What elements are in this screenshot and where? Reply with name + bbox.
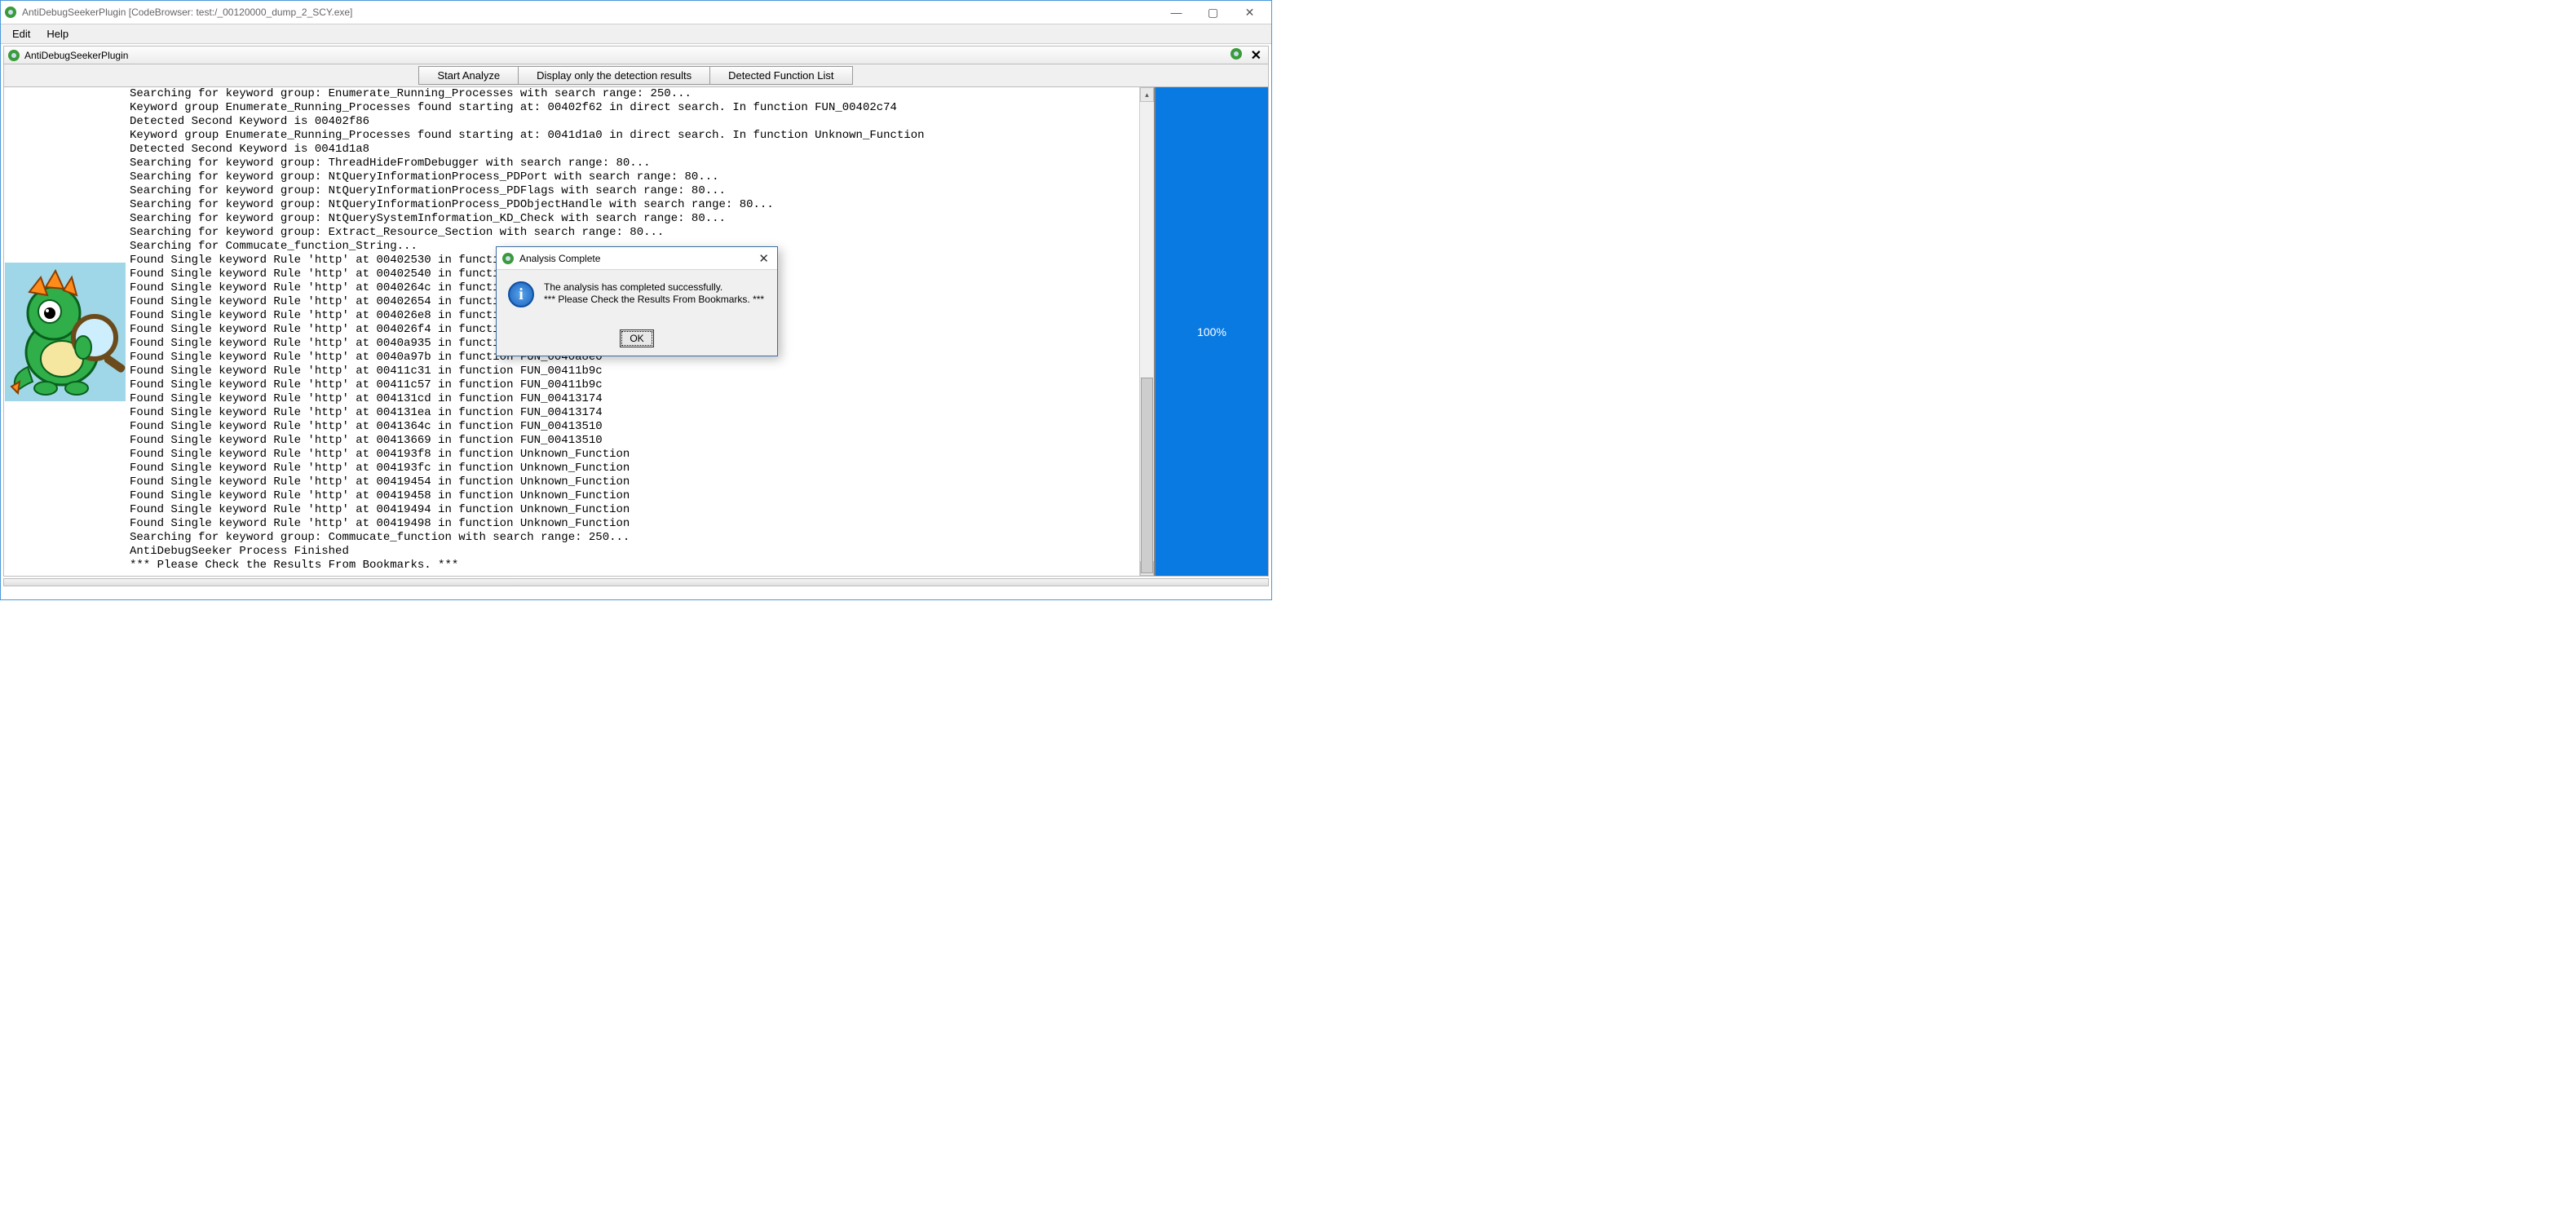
scroll-up-icon[interactable]: ▴ [1140,87,1154,102]
ok-button[interactable]: OK [620,329,654,347]
dialog-message-line1: The analysis has completed successfully. [544,281,764,294]
panel-header: AntiDebugSeekerPlugin ✕ [3,46,1269,64]
menu-edit[interactable]: Edit [6,26,37,42]
dialog-titlebar[interactable]: Analysis Complete ✕ [497,247,777,270]
scroll-thumb[interactable] [1141,378,1153,573]
app-icon [4,6,17,19]
detected-function-list-button[interactable]: Detected Function List [709,66,852,85]
vertical-scrollbar[interactable]: ▴ ▾ [1139,87,1154,576]
display-results-button[interactable]: Display only the detection results [518,66,710,85]
dialog-message: The analysis has completed successfully.… [544,281,764,306]
scroll-track[interactable] [1140,102,1154,561]
dialog-close-icon[interactable]: ✕ [755,251,772,266]
panel-options-icon[interactable] [1230,47,1243,63]
plugin-icon [7,49,20,62]
dialog-message-line2: *** Please Check the Results From Bookma… [544,294,764,306]
status-bar [3,578,1269,586]
close-button[interactable]: ✕ [1231,1,1268,24]
minimize-button[interactable]: — [1158,1,1195,24]
panel-close-icon[interactable]: ✕ [1248,47,1265,64]
mascot-image [4,87,126,576]
menu-help[interactable]: Help [40,26,75,42]
info-icon: i [508,281,534,307]
menubar: Edit Help [1,24,1271,44]
toolbar: Start Analyze Display only the detection… [3,64,1269,87]
progress-label: 100% [1197,325,1226,338]
progress-pane: 100% [1154,87,1268,576]
window-titlebar: AntiDebugSeekerPlugin [CodeBrowser: test… [1,1,1271,24]
dialog-icon [502,252,515,265]
dialog-title: Analysis Complete [519,253,755,264]
analysis-complete-dialog: Analysis Complete ✕ i The analysis has c… [496,246,778,356]
panel-title: AntiDebugSeekerPlugin [24,50,1230,61]
window-title: AntiDebugSeekerPlugin [CodeBrowser: test… [22,7,1158,18]
maximize-button[interactable]: ▢ [1195,1,1231,24]
start-analyze-button[interactable]: Start Analyze [418,66,519,85]
